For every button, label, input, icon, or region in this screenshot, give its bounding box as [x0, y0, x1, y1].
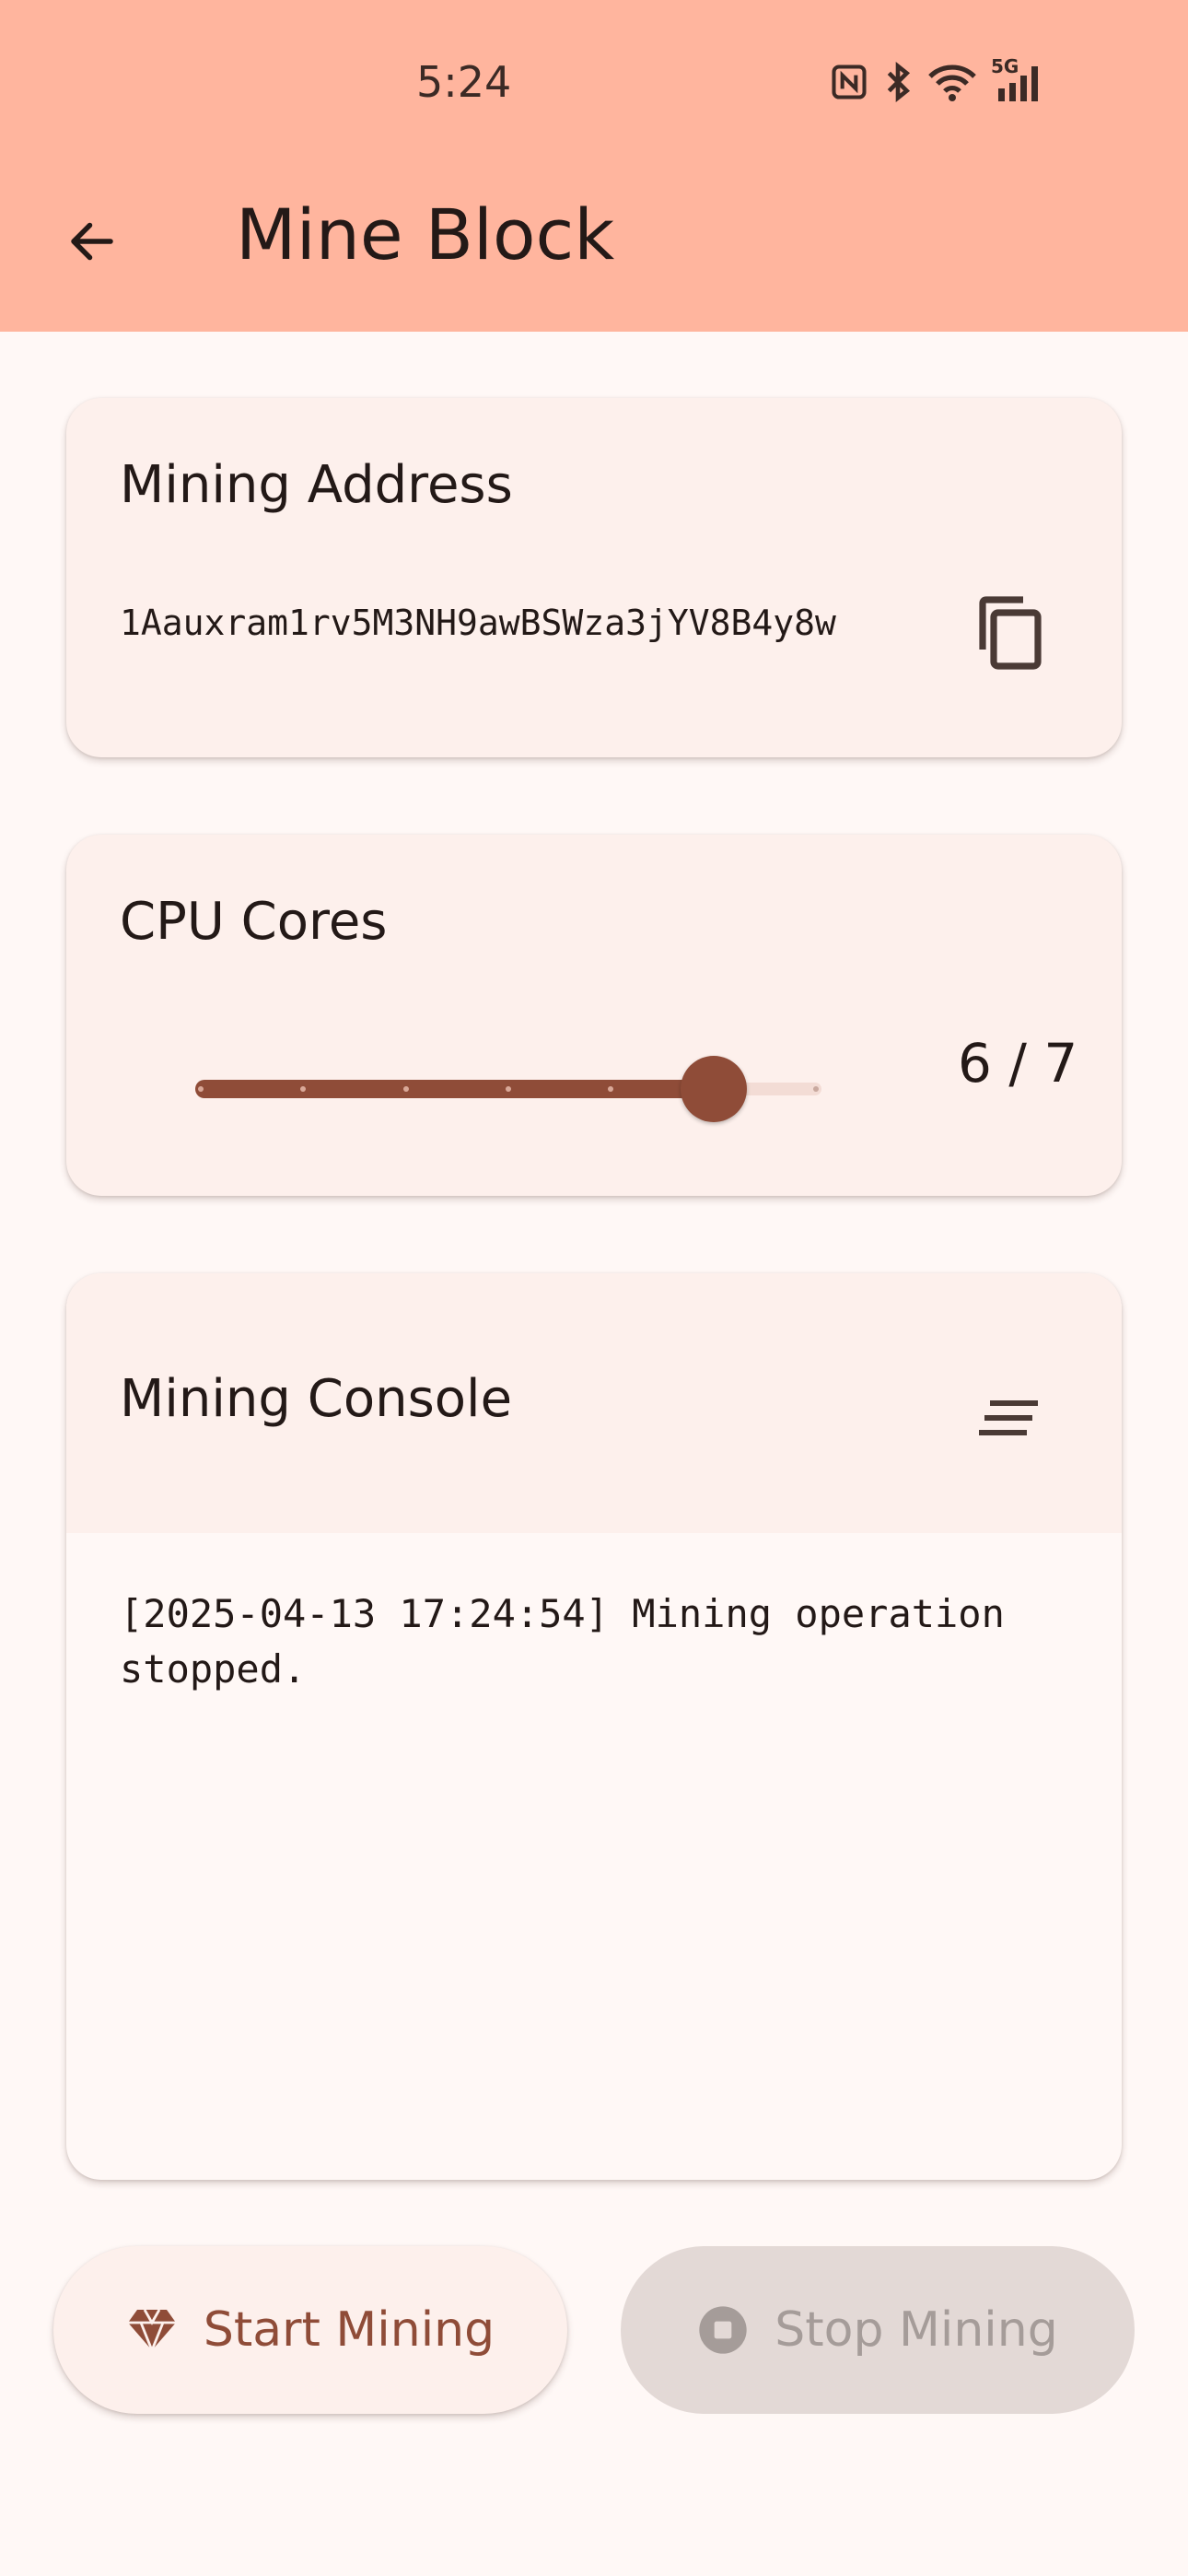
slider-tick [506, 1086, 511, 1092]
cpu-cores-title: CPU Cores [120, 892, 388, 952]
status-time: 5:24 [416, 57, 512, 107]
clear-console-button[interactable] [950, 1358, 1070, 1478]
slider-tick [198, 1086, 204, 1092]
cpu-cores-slider[interactable] [195, 1056, 821, 1122]
diamond-icon [127, 2309, 176, 2352]
cpu-cores-card: CPU Cores 6 / 7 [66, 835, 1122, 1196]
nfc-icon [832, 64, 867, 100]
slider-tick [813, 1086, 819, 1092]
stop-mining-button[interactable]: Stop Mining [621, 2246, 1135, 2414]
copy-icon [979, 596, 1042, 670]
slider-track-active [195, 1080, 714, 1098]
stop-mining-label: Stop Mining [775, 2302, 1058, 2358]
slider-tick [402, 1086, 409, 1092]
console-header: Mining Console [66, 1273, 1122, 1533]
status-icons: 5G [829, 55, 1050, 105]
start-mining-button[interactable]: Start Mining [53, 2246, 567, 2414]
mining-address-title: Mining Address [120, 455, 513, 515]
arrow-left-icon [71, 222, 113, 261]
clear-all-icon [979, 1400, 1038, 1435]
mining-address-value: 1Aauxram1rv5M3NH9awBSWza3jYV8B4y8w [120, 603, 836, 643]
app-root: 5:24 5G Mine Block Mining Address 1Aauxr… [0, 0, 1188, 2576]
mining-console-title: Mining Console [120, 1369, 513, 1429]
wifi-icon [928, 64, 976, 101]
mining-console-card: Mining Console [2025-04-13 17:24:54] Min… [66, 1273, 1122, 2180]
top-app-bar: 5:24 5G Mine Block [0, 0, 1188, 332]
start-mining-label: Start Mining [203, 2302, 495, 2358]
stop-icon [699, 2306, 747, 2354]
console-log: [2025-04-13 17:24:54] Mining operation s… [120, 1591, 1029, 1692]
cpu-cores-value: 6 / 7 [958, 1032, 1078, 1095]
copy-address-button[interactable] [950, 573, 1070, 693]
page-title: Mine Block [236, 193, 615, 275]
mining-address-card: Mining Address 1Aauxram1rv5M3NH9awBSWza3… [66, 398, 1122, 757]
slider-thumb[interactable] [680, 1056, 747, 1122]
5g-signal-icon: 5G [991, 55, 1050, 103]
bluetooth-icon [887, 61, 911, 103]
back-button[interactable] [48, 197, 136, 286]
